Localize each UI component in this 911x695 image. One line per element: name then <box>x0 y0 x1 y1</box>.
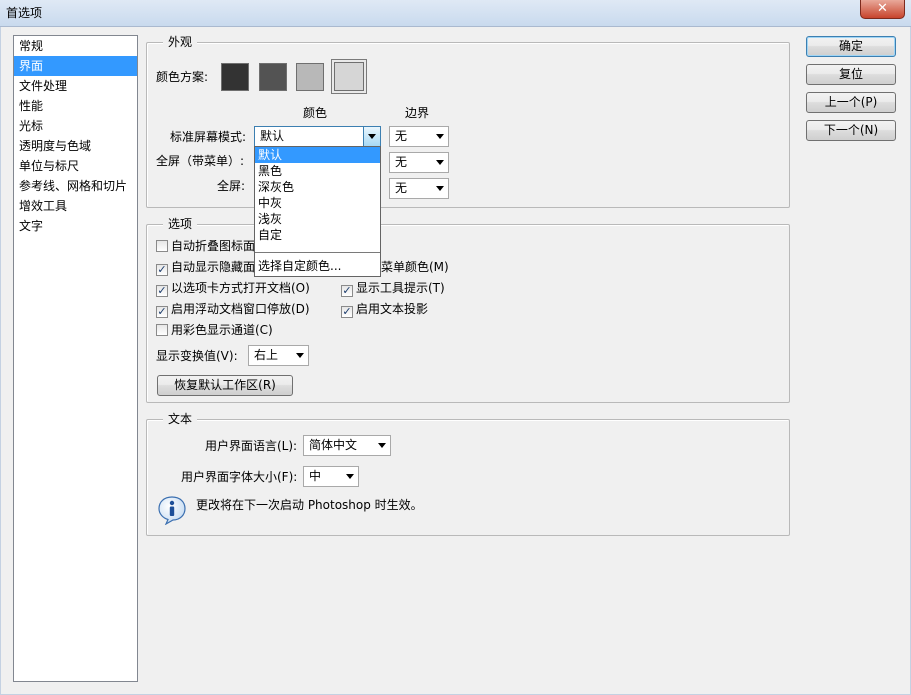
dropdown-item-select-custom-color[interactable]: 选择自定颜色... <box>255 258 380 274</box>
fullscreen-border-value: 无 <box>395 181 408 195</box>
color-mode-dropdown-list[interactable]: 默认 黑色 深灰色 中灰 浅灰 自定 选择自定颜色... <box>254 146 381 277</box>
auto-collapse-checkbox[interactable]: 自动折叠图标面 <box>156 239 255 255</box>
dropdown-item-default[interactable]: 默认 <box>255 147 380 163</box>
chevron-down-icon <box>436 186 444 191</box>
ui-font-size-label: 用户界面字体大小(F): <box>181 470 298 484</box>
checkbox-box[interactable]: ✓ <box>341 285 353 297</box>
color-channels-checkbox[interactable]: 用彩色显示通道(C) <box>156 323 273 339</box>
color-column-header: 颜色 <box>303 106 328 120</box>
ui-font-size-value: 中 <box>309 469 322 483</box>
fullscreen-border-select[interactable]: 无 <box>389 178 449 199</box>
color-scheme-swatch-light[interactable] <box>334 62 364 91</box>
ui-font-size-select[interactable]: 中 <box>303 466 359 487</box>
category-item-units-rulers[interactable]: 单位与标尺 <box>14 156 137 176</box>
standard-mode-color-select[interactable]: 默认 <box>254 126 381 147</box>
standard-mode-label: 标准屏幕模式: <box>170 130 247 144</box>
checkbox-box[interactable]: ✓ <box>156 306 168 318</box>
dropdown-item-black[interactable]: 黑色 <box>255 163 380 179</box>
checkbox-box[interactable] <box>156 324 168 336</box>
category-item-cursors[interactable]: 光标 <box>14 116 137 136</box>
chevron-down-icon <box>436 134 444 139</box>
next-button[interactable]: 下一个(N) <box>806 120 896 141</box>
ui-language-select[interactable]: 简体中文 <box>303 435 391 456</box>
reset-button[interactable]: 复位 <box>806 64 896 85</box>
options-group-title: 选项 <box>163 216 198 232</box>
checkbox-box[interactable]: ✓ <box>156 264 168 276</box>
open-as-tabs-checkbox[interactable]: ✓ 以选项卡方式打开文档(O) <box>156 281 310 297</box>
ui-language-label: 用户界面语言(L): <box>205 439 298 453</box>
color-scheme-swatch-dark[interactable] <box>259 63 287 91</box>
floating-dock-checkbox[interactable]: ✓ 启用浮动文档窗口停放(D) <box>156 302 310 318</box>
transform-values-value: 右上 <box>254 348 279 362</box>
close-icon: ✕ <box>877 1 888 16</box>
border-column-header: 边界 <box>405 106 430 120</box>
fullscreen-label: 全屏: <box>217 179 246 193</box>
text-shadow-checkbox[interactable]: ✓ 启用文本投影 <box>341 302 428 318</box>
standard-mode-color-value: 默认 <box>260 129 285 143</box>
fullscreen-menu-border-select[interactable]: 无 <box>389 152 449 173</box>
chevron-down-icon <box>368 134 376 139</box>
window-title: 首选项 <box>6 6 43 20</box>
chevron-down-icon <box>296 353 304 358</box>
standard-mode-color-dropdown-button[interactable] <box>363 127 380 146</box>
checkbox-box[interactable]: ✓ <box>341 306 353 318</box>
fullscreen-menu-border-value: 无 <box>395 155 408 169</box>
dropdown-item-dark-gray[interactable]: 深灰色 <box>255 179 380 195</box>
close-button[interactable]: ✕ <box>860 0 905 19</box>
category-item-file-handling[interactable]: 文件处理 <box>14 76 137 96</box>
category-item-performance[interactable]: 性能 <box>14 96 137 116</box>
color-scheme-swatch-medium[interactable] <box>296 63 324 91</box>
chevron-down-icon <box>378 443 386 448</box>
category-item-general[interactable]: 常规 <box>14 36 137 56</box>
color-scheme-label: 颜色方案: <box>156 70 209 84</box>
restart-notice: 更改将在下一次启动 Photoshop 时生效。 <box>196 498 423 512</box>
info-icon <box>158 496 186 525</box>
category-item-interface[interactable]: 界面 <box>14 56 137 76</box>
chevron-down-icon <box>346 474 354 479</box>
title-bar: 首选项 ✕ <box>0 0 911 27</box>
fullscreen-menu-label: 全屏（带菜单）: <box>156 154 245 168</box>
dropdown-separator <box>255 252 380 253</box>
auto-show-hidden-checkbox[interactable]: ✓ 自动显示隐藏面 <box>156 260 255 276</box>
transform-values-select[interactable]: 右上 <box>248 345 309 366</box>
chevron-down-icon <box>436 160 444 165</box>
dropdown-item-light-gray[interactable]: 浅灰 <box>255 211 380 227</box>
category-item-plugins[interactable]: 增效工具 <box>14 196 137 216</box>
category-item-guides-grid[interactable]: 参考线、网格和切片 <box>14 176 137 196</box>
standard-mode-border-value: 无 <box>395 129 408 143</box>
transform-values-label: 显示变换值(V): <box>156 349 238 363</box>
previous-button[interactable]: 上一个(P) <box>806 92 896 113</box>
category-item-type[interactable]: 文字 <box>14 216 137 236</box>
ok-button[interactable]: 确定 <box>806 36 896 57</box>
dropdown-item-medium-gray[interactable]: 中灰 <box>255 195 380 211</box>
text-group-title: 文本 <box>163 411 198 427</box>
show-tooltips-checkbox[interactable]: ✓ 显示工具提示(T) <box>341 281 445 297</box>
checkbox-box[interactable] <box>156 240 168 252</box>
category-item-transparency[interactable]: 透明度与色域 <box>14 136 137 156</box>
category-list[interactable]: 常规 界面 文件处理 性能 光标 透明度与色域 单位与标尺 参考线、网格和切片 … <box>13 35 138 682</box>
reset-workspace-button[interactable]: 恢复默认工作区(R) <box>157 375 293 396</box>
checkbox-box[interactable]: ✓ <box>156 285 168 297</box>
dropdown-item-custom[interactable]: 自定 <box>255 227 380 243</box>
ui-language-value: 简体中文 <box>309 438 358 452</box>
standard-mode-border-select[interactable]: 无 <box>389 126 449 147</box>
menu-colors-label: 菜单颜色(M) <box>381 260 449 274</box>
color-scheme-swatch-darkest[interactable] <box>221 63 249 91</box>
appearance-group-title: 外观 <box>163 34 198 50</box>
